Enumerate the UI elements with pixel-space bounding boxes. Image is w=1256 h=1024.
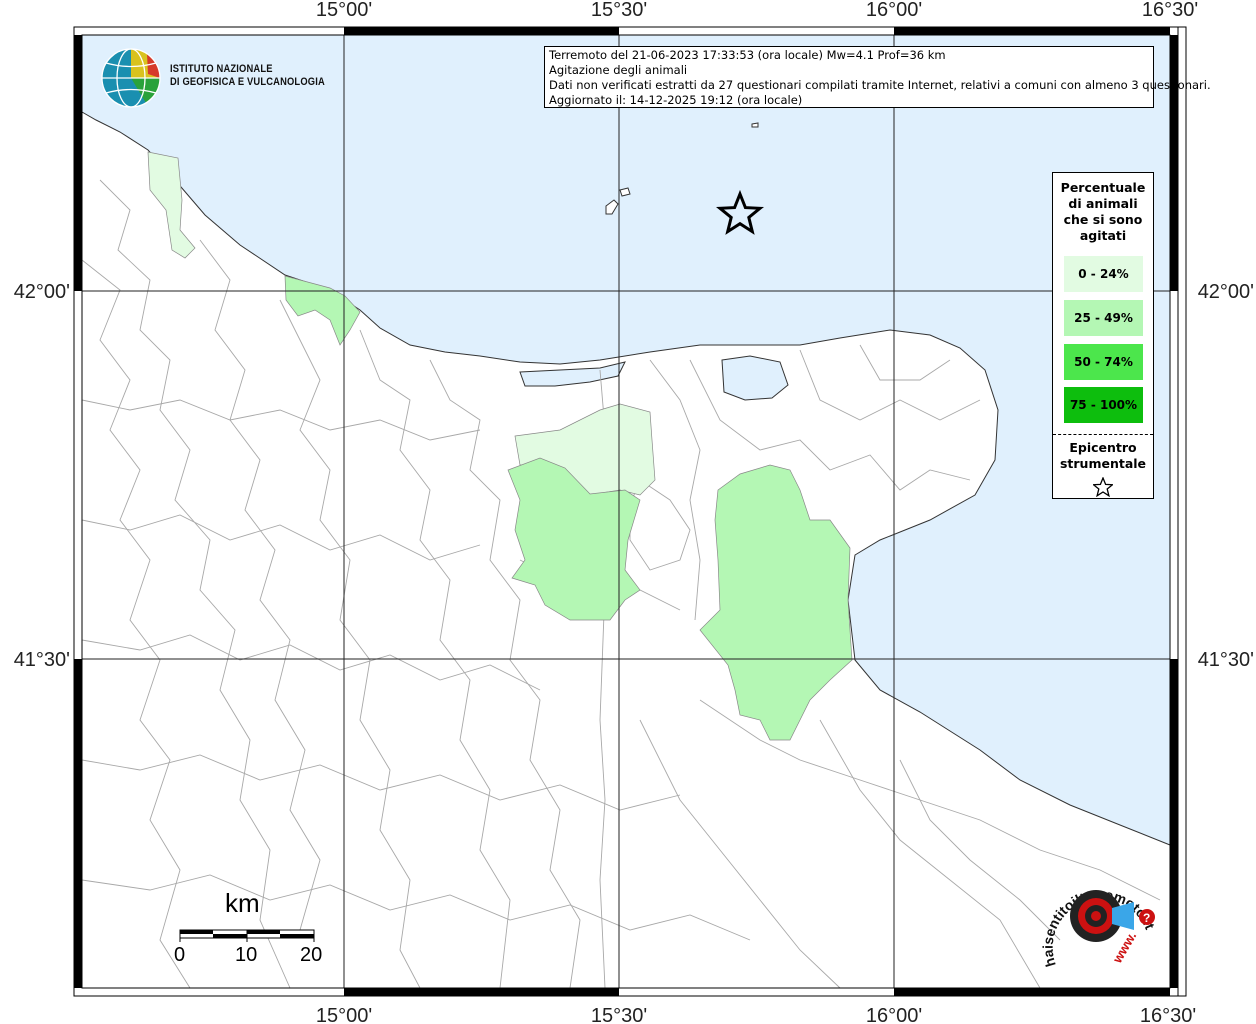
legend: Percentuale di animali che si sono agita… (1052, 172, 1154, 499)
lon-label-bottom-4: 16°30' (1140, 1005, 1196, 1024)
logo-line-1: ISTITUTO NAZIONALE (170, 63, 273, 75)
legend-star-icon (1093, 477, 1113, 497)
legend-item-75-100: 75 - 100% (1064, 387, 1143, 423)
ingv-logo-text: ISTITUTO NAZIONALE DI GEOFISICA E VULCAN… (170, 63, 325, 89)
lat-label-right-2: 41°30' (1198, 649, 1254, 671)
pianosa-island (751, 122, 759, 128)
legend-separator (1053, 434, 1153, 435)
svg-text:?: ? (1143, 911, 1150, 925)
legend-title-line: di animali (1068, 196, 1138, 211)
lat-label-left-1: 42°00' (14, 281, 70, 303)
info-box: Terremoto del 21-06-2023 17:33:53 (ora l… (544, 46, 1211, 108)
scale-unit: km (225, 888, 260, 918)
scale-tick-10: 10 (235, 944, 258, 966)
legend-item-50-74: 50 - 74% (1064, 344, 1143, 380)
scale-tick-0: 0 (174, 944, 186, 966)
logo-line-2: DI GEOFISICA E VULCANOLOGIA (170, 76, 325, 88)
legend-item-0-24: 0 - 24% (1064, 256, 1143, 292)
legend-epicentro-line: Epicentro (1069, 440, 1137, 455)
legend-epicentro: Epicentro strumentale (1053, 440, 1153, 472)
lat-label-right-1: 42°00' (1198, 281, 1254, 303)
scale-tick-20: 20 (300, 944, 323, 966)
legend-title-line: agitati (1079, 228, 1127, 243)
lon-label-bottom-1: 15°00' (316, 1005, 372, 1024)
legend-title: Percentuale di animali che si sono agita… (1053, 180, 1153, 244)
lon-label-top-1: 15°00' (316, 0, 372, 21)
info-line-updated: Aggiornato il: 14-12-2025 19:12 (ora loc… (549, 93, 803, 107)
info-line-parameter: Agitazione degli animali (549, 63, 688, 77)
info-line-source: Dati non verificati estratti da 27 quest… (549, 78, 1211, 92)
lon-label-top-4: 16°30' (1142, 0, 1198, 21)
lon-label-top-2: 15°30' (591, 0, 647, 21)
legend-item-25-49: 25 - 49% (1064, 300, 1143, 336)
lon-label-bottom-3: 16°00' (866, 1005, 922, 1024)
scale-bar-graphic (179, 929, 315, 942)
lon-label-top-3: 16°00' (866, 0, 922, 21)
haisentito-logo-icon: haisentitoilterremoto.it www. ? (1040, 886, 1159, 969)
lon-label-bottom-2: 15°30' (591, 1005, 647, 1024)
scale-bar: km 0 10 20 (170, 888, 340, 978)
lat-label-left-2: 41°30' (14, 649, 70, 671)
ingv-logo-icon (101, 48, 161, 108)
lake-varano (721, 355, 789, 401)
info-line-event: Terremoto del 21-06-2023 17:33:53 (ora l… (549, 48, 946, 62)
legend-title-line: che si sono (1063, 212, 1143, 227)
legend-epicentro-line: strumentale (1059, 456, 1147, 471)
legend-title-line: Percentuale (1060, 180, 1146, 195)
